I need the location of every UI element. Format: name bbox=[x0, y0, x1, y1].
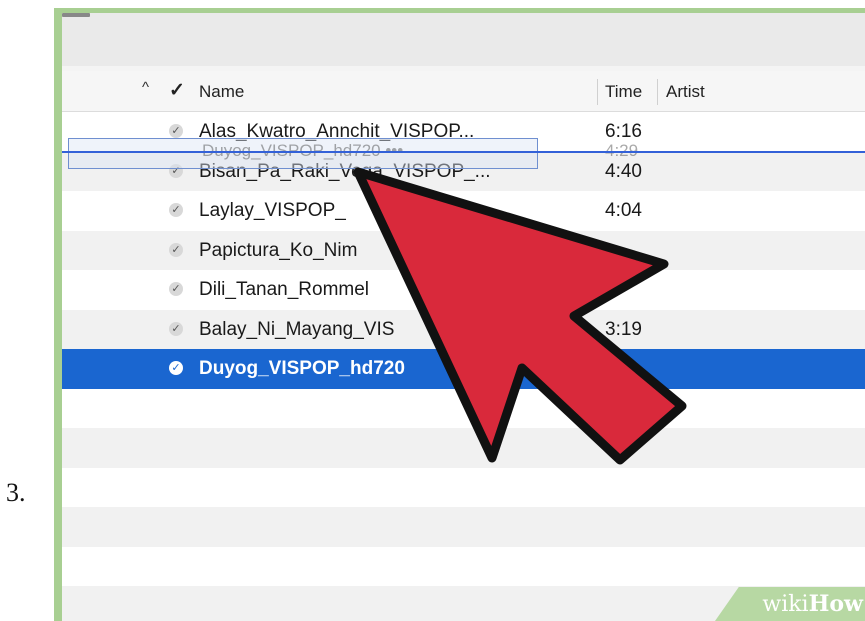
column-header-time[interactable]: Time bbox=[605, 82, 642, 102]
column-divider[interactable] bbox=[597, 79, 598, 105]
toolbar-fragment bbox=[62, 13, 90, 17]
track-checkbox[interactable]: ✓ bbox=[169, 203, 183, 217]
track-time: 6:16 bbox=[605, 121, 642, 142]
track-list: ✓ Alas_Kwatro_Annchit_VISPOP... 6:16 ✓ B… bbox=[62, 112, 865, 621]
track-time: 4:40 bbox=[605, 160, 642, 182]
watermark-text: wikiHow bbox=[762, 591, 863, 617]
track-row-selected[interactable]: ✓ Duyog_VISPOP_hd720 bbox=[62, 349, 865, 389]
track-checkbox[interactable]: ✓ bbox=[169, 242, 183, 257]
track-row[interactable]: ✓ Papictura_Ko_Nim bbox=[62, 230, 865, 270]
chevron-up-icon[interactable]: ^ bbox=[142, 79, 149, 96]
checkmark-column-header[interactable]: ✓ bbox=[169, 79, 185, 102]
track-name: Laylay_VISPOP_ bbox=[199, 200, 346, 221]
track-time: 4:04 bbox=[605, 200, 642, 221]
track-row[interactable]: ✓ Laylay_VISPOP_ 4:04 bbox=[62, 191, 865, 231]
track-name: Dili_Tanan_Rommel bbox=[199, 279, 370, 300]
window-toolbar bbox=[62, 13, 865, 66]
track-name: Papictura_Ko_Nim bbox=[199, 239, 358, 261]
wikihow-watermark: wikiHow bbox=[695, 577, 865, 621]
track-row[interactable]: ✓ Balay_Ni_Mayang_VIS 3:19 bbox=[62, 309, 865, 349]
drop-indicator-line bbox=[62, 151, 865, 153]
step-number: 3. bbox=[6, 478, 26, 507]
track-row[interactable]: ✓ Dili_Tanan_Rommel bbox=[62, 270, 865, 310]
empty-row bbox=[62, 507, 865, 547]
track-checkbox[interactable]: ✓ bbox=[169, 282, 183, 296]
column-divider[interactable] bbox=[657, 79, 658, 105]
track-time: 3:19 bbox=[605, 318, 642, 340]
table-header: ^ ✓ Name Time Artist bbox=[62, 71, 865, 112]
track-name: Duyog_VISPOP_hd720 bbox=[199, 358, 405, 379]
track-name: Balay_Ni_Mayang_VIS bbox=[199, 318, 395, 340]
empty-row bbox=[62, 428, 865, 468]
track-checkbox[interactable]: ✓ bbox=[169, 321, 183, 336]
empty-row bbox=[62, 467, 865, 507]
empty-row bbox=[62, 388, 865, 428]
track-checkbox[interactable]: ✓ bbox=[169, 124, 183, 138]
track-checkbox[interactable]: ✓ bbox=[169, 361, 183, 375]
column-header-name[interactable]: Name bbox=[199, 82, 244, 102]
screenshot-frame: ^ ✓ Name Time Artist ✓ Alas_Kwatro_Annch… bbox=[54, 8, 865, 621]
itunes-window: ^ ✓ Name Time Artist ✓ Alas_Kwatro_Annch… bbox=[62, 13, 865, 621]
column-header-artist[interactable]: Artist bbox=[666, 82, 705, 102]
